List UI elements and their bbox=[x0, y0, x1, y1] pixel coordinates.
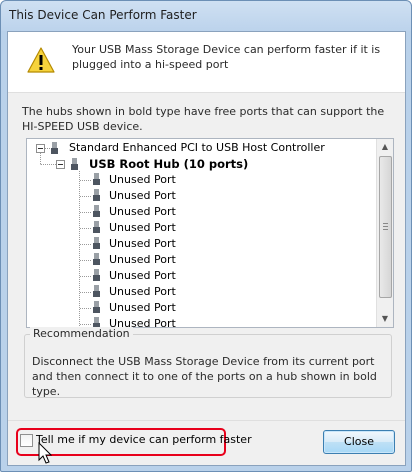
usb-plug-icon bbox=[93, 275, 100, 281]
scroll-down-arrow-icon[interactable]: ▼ bbox=[377, 311, 393, 327]
usb-plug-icon bbox=[94, 269, 99, 275]
scroll-up-arrow-icon[interactable]: ▲ bbox=[377, 139, 393, 155]
port-label: Unused Port bbox=[109, 189, 176, 202]
tree-item-port[interactable]: Unused Port bbox=[109, 188, 176, 204]
grip-line bbox=[383, 229, 388, 230]
tree-item-root-hub[interactable]: USB Root Hub (10 ports) bbox=[89, 156, 248, 172]
usb-plug-icon bbox=[94, 301, 99, 307]
usb-plug-icon bbox=[93, 211, 100, 217]
scroll-thumb[interactable] bbox=[379, 156, 392, 298]
tree-item-port[interactable]: Unused Port bbox=[109, 204, 176, 220]
usb-plug-icon bbox=[94, 173, 99, 179]
tree-item-port[interactable]: Unused Port bbox=[109, 268, 176, 284]
port-label: Unused Port bbox=[109, 285, 176, 298]
usb-plug-icon bbox=[93, 243, 100, 249]
port-label: Unused Port bbox=[109, 301, 176, 314]
tree-scrollbar[interactable]: ▲ ▼ bbox=[376, 139, 393, 327]
tree-item-port[interactable]: Unused Port bbox=[109, 236, 176, 252]
warning-icon bbox=[27, 47, 55, 73]
window-title: This Device Can Perform Faster bbox=[9, 8, 197, 22]
port-label: Unused Port bbox=[109, 237, 176, 250]
port-label: Unused Port bbox=[109, 269, 176, 282]
recommendation-label: Recommendation bbox=[30, 327, 133, 340]
usb-plug-icon bbox=[93, 307, 100, 313]
grip-line bbox=[383, 226, 388, 227]
perform-faster-checkbox[interactable] bbox=[20, 434, 33, 447]
tree-item-port[interactable]: Unused Port bbox=[109, 220, 176, 236]
usb-plug-icon bbox=[93, 291, 100, 297]
dialog-window: This Device Can Perform Faster Your USB … bbox=[0, 0, 412, 472]
usb-plug-icon bbox=[94, 205, 99, 211]
close-button[interactable]: Close bbox=[323, 430, 395, 454]
port-label: Unused Port bbox=[109, 173, 176, 186]
usb-plug-icon bbox=[94, 237, 99, 243]
usb-plug-icon bbox=[94, 221, 99, 227]
usb-plug-icon bbox=[93, 259, 100, 265]
tree-item-controller[interactable]: Standard Enhanced PCI to USB Host Contro… bbox=[69, 140, 325, 156]
usb-plug-icon bbox=[93, 179, 100, 185]
tree-item-port[interactable]: Unused Port bbox=[109, 252, 176, 268]
usb-plug-icon bbox=[94, 189, 99, 195]
usb-plug-icon bbox=[94, 317, 99, 323]
hub-info-text: The hubs shown in bold type have free po… bbox=[22, 105, 385, 133]
port-label: Unused Port bbox=[109, 205, 176, 218]
tree-item-port[interactable]: Unused Port bbox=[109, 284, 176, 300]
separator bbox=[8, 420, 405, 421]
port-label: Unused Port bbox=[109, 221, 176, 234]
root-hub-label: USB Root Hub (10 ports) bbox=[89, 157, 249, 171]
port-label: Unused Port bbox=[109, 253, 176, 266]
title-bar[interactable]: This Device Can Perform Faster bbox=[1, 1, 411, 29]
usb-plug-icon bbox=[94, 253, 99, 259]
usb-plug-icon bbox=[94, 285, 99, 291]
tree-item-port[interactable]: Unused Port bbox=[109, 300, 176, 316]
usb-plug-icon bbox=[93, 227, 100, 233]
usb-tree-view[interactable]: Standard Enhanced PCI to USB Host Contro… bbox=[26, 138, 394, 328]
speed-message: Your USB Mass Storage Device can perform… bbox=[72, 43, 381, 71]
usb-plug-icon bbox=[93, 195, 100, 201]
grip-line bbox=[383, 223, 388, 224]
dialog-client: Your USB Mass Storage Device can perform… bbox=[7, 31, 406, 466]
message-section: Your USB Mass Storage Device can perform… bbox=[8, 32, 405, 93]
controller-label: Standard Enhanced PCI to USB Host Contro… bbox=[69, 141, 325, 154]
tree-item-port[interactable]: Unused Port bbox=[109, 172, 176, 188]
mouse-cursor-icon bbox=[38, 442, 53, 464]
perform-faster-checkbox-label[interactable]: Tell me if my device can perform faster bbox=[36, 433, 252, 446]
recommendation-text: Disconnect the USB Mass Storage Device f… bbox=[32, 355, 377, 398]
